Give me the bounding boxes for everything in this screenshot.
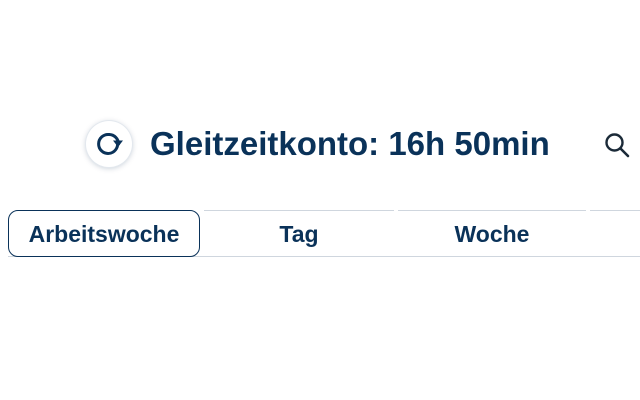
search-icon [605,133,630,158]
tab-overflow[interactable] [590,210,640,256]
tab-woche[interactable]: Woche [398,210,586,256]
page-title: Gleitzeitkonto: 16h 50min [150,125,550,162]
search-button[interactable] [602,130,632,160]
tab-tag[interactable]: Tag [204,210,394,256]
tab-arbeitswoche[interactable]: Arbeitswoche [8,210,200,257]
page: Gleitzeitkonto: 16h 50min Arbeitswoche T… [0,0,640,400]
tab-bar: Arbeitswoche Tag Woche [8,210,640,257]
header: Gleitzeitkonto: 16h 50min [0,120,640,170]
refresh-icon [97,132,123,155]
refresh-button[interactable] [86,121,132,167]
